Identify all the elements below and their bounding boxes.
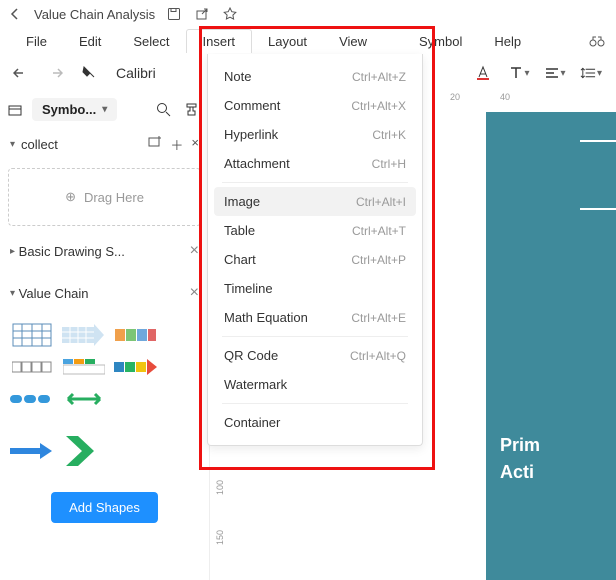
add-shapes-button[interactable]: Add Shapes <box>51 492 158 523</box>
title-bar: Value Chain Analysis <box>0 0 616 28</box>
shape-table[interactable] <box>10 322 54 348</box>
sidebar: Symbo... ▾ ▾ collect ＋ × ⊕ Drag Here ▸ B… <box>0 92 210 580</box>
menu-item-image[interactable]: ImageCtrl+Alt+I <box>214 187 416 216</box>
library-icon <box>8 103 24 117</box>
menu-insert[interactable]: Insert <box>186 29 253 53</box>
close-icon[interactable]: × <box>190 242 199 260</box>
shape-double-arrow[interactable] <box>62 386 106 412</box>
vertical-ruler: 100 150 <box>210 462 230 580</box>
sidebar-header: Symbo... ▾ <box>8 98 201 121</box>
shape-arrow-segments[interactable] <box>114 354 158 380</box>
chevron-down-icon: ▾ <box>102 104 107 115</box>
close-icon[interactable]: × <box>190 284 199 302</box>
undo-icon[interactable] <box>10 62 32 84</box>
menu-item-qr-code[interactable]: QR CodeCtrl+Alt+Q <box>208 341 422 370</box>
menu-separator <box>222 182 408 183</box>
menu-item-container[interactable]: Container <box>208 408 422 437</box>
menu-separator <box>222 336 408 337</box>
menu-help[interactable]: Help <box>478 30 537 53</box>
canvas-chevron <box>580 140 616 210</box>
symbol-library-dropdown[interactable]: Symbo... ▾ <box>32 98 117 121</box>
menu-file[interactable]: File <box>10 30 63 53</box>
chevron-down-icon: ▾ <box>10 139 15 150</box>
align-icon[interactable]: ▾ <box>544 62 566 84</box>
star-icon[interactable] <box>221 5 239 23</box>
menu-item-attachment[interactable]: AttachmentCtrl+H <box>208 149 422 178</box>
category-value-chain[interactable]: ▾ Value Chain × <box>8 276 201 310</box>
menu-item-table[interactable]: TableCtrl+Alt+T <box>208 216 422 245</box>
menu-item-hyperlink[interactable]: HyperlinkCtrl+K <box>208 120 422 149</box>
menu-symbol[interactable]: Symbol <box>403 30 478 53</box>
settings-icon[interactable] <box>181 100 201 120</box>
close-icon[interactable]: × <box>191 135 199 154</box>
menu-edit[interactable]: Edit <box>63 30 117 53</box>
menu-select[interactable]: Select <box>117 30 185 53</box>
shape-pill-chain[interactable] <box>10 386 54 412</box>
category-label: Value Chain <box>19 286 89 301</box>
back-icon[interactable] <box>6 5 24 23</box>
menu-separator <box>222 403 408 404</box>
binoculars-icon[interactable] <box>588 34 606 48</box>
chevron-down-icon: ▾ <box>10 288 15 299</box>
dropdown-label: Symbo... <box>42 102 96 117</box>
menu-item-watermark[interactable]: Watermark <box>208 370 422 399</box>
document-title: Value Chain Analysis <box>34 7 155 22</box>
menu-bar: File Edit Select Insert Layout View Symb… <box>0 28 616 54</box>
insert-menu-dropdown: NoteCtrl+Alt+Z CommentCtrl+Alt+X Hyperli… <box>207 54 423 446</box>
shape-bar-outline[interactable] <box>10 354 54 380</box>
menu-item-comment[interactable]: CommentCtrl+Alt+X <box>208 91 422 120</box>
format-painter-icon[interactable] <box>78 62 100 84</box>
shape-palette-2 <box>8 428 201 478</box>
shape-segmented-bar[interactable] <box>114 322 158 348</box>
search-icon[interactable] <box>153 100 173 120</box>
export-icon[interactable] <box>193 5 211 23</box>
category-label: Basic Drawing S... <box>19 244 125 259</box>
menu-view[interactable]: View <box>323 30 383 53</box>
new-folder-icon[interactable] <box>148 135 162 154</box>
menu-layout[interactable]: Layout <box>252 30 323 53</box>
menu-item-chart[interactable]: ChartCtrl+Alt+P <box>208 245 422 274</box>
font-family-select[interactable]: Calibri <box>112 63 172 83</box>
panel-title: collect <box>21 137 58 152</box>
shape-text-line1: Prim <box>500 432 616 459</box>
menu-item-math-equation[interactable]: Math EquationCtrl+Alt+E <box>208 303 422 332</box>
chevron-right-icon: ▸ <box>10 246 15 257</box>
line-spacing-icon[interactable]: ▾ <box>580 62 602 84</box>
drag-label: Drag Here <box>84 190 144 205</box>
shape-text-line2: Acti <box>500 459 616 486</box>
plus-icon[interactable]: ＋ <box>170 135 183 154</box>
shape-chevron[interactable] <box>64 434 98 468</box>
redo-icon[interactable] <box>44 62 66 84</box>
shape-palette <box>8 318 201 420</box>
shape-color-tabs[interactable] <box>62 354 106 380</box>
panel-collect-header[interactable]: ▾ collect ＋ × <box>8 129 201 160</box>
shape-arrow-table[interactable] <box>62 322 106 348</box>
font-color-icon[interactable] <box>472 62 494 84</box>
drag-target[interactable]: ⊕ Drag Here <box>8 168 201 226</box>
text-style-icon[interactable]: ▾ <box>508 62 530 84</box>
shape-arrow-right[interactable] <box>10 438 54 464</box>
save-icon[interactable] <box>165 5 183 23</box>
category-basic-drawing[interactable]: ▸ Basic Drawing S... × <box>8 234 201 268</box>
menu-item-timeline[interactable]: Timeline <box>208 274 422 303</box>
menu-item-note[interactable]: NoteCtrl+Alt+Z <box>208 62 422 91</box>
plus-circle-icon: ⊕ <box>65 189 76 205</box>
